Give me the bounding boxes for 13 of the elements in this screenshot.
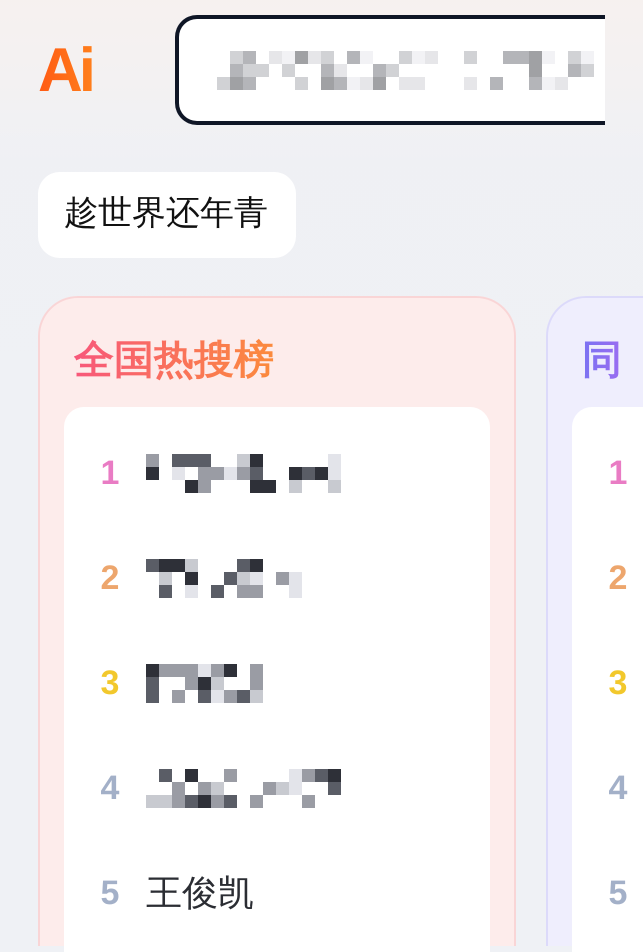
rank-number: 4: [100, 769, 120, 808]
rank-number: 4: [608, 769, 628, 808]
search-field[interactable]: [175, 15, 605, 125]
rank-number: 2: [100, 559, 120, 598]
rank-number: 3: [100, 664, 120, 703]
rank-number: 5: [100, 874, 120, 913]
rank-number: 3: [608, 664, 628, 703]
rank-number: 1: [608, 454, 628, 493]
rank-number: 2: [608, 559, 628, 598]
chip[interactable]: 趁世界还年青: [38, 172, 296, 258]
rank-number: 1: [100, 454, 120, 493]
trend-item[interactable]: 王俊凯: [146, 869, 254, 918]
rank-number: 5: [608, 874, 628, 913]
